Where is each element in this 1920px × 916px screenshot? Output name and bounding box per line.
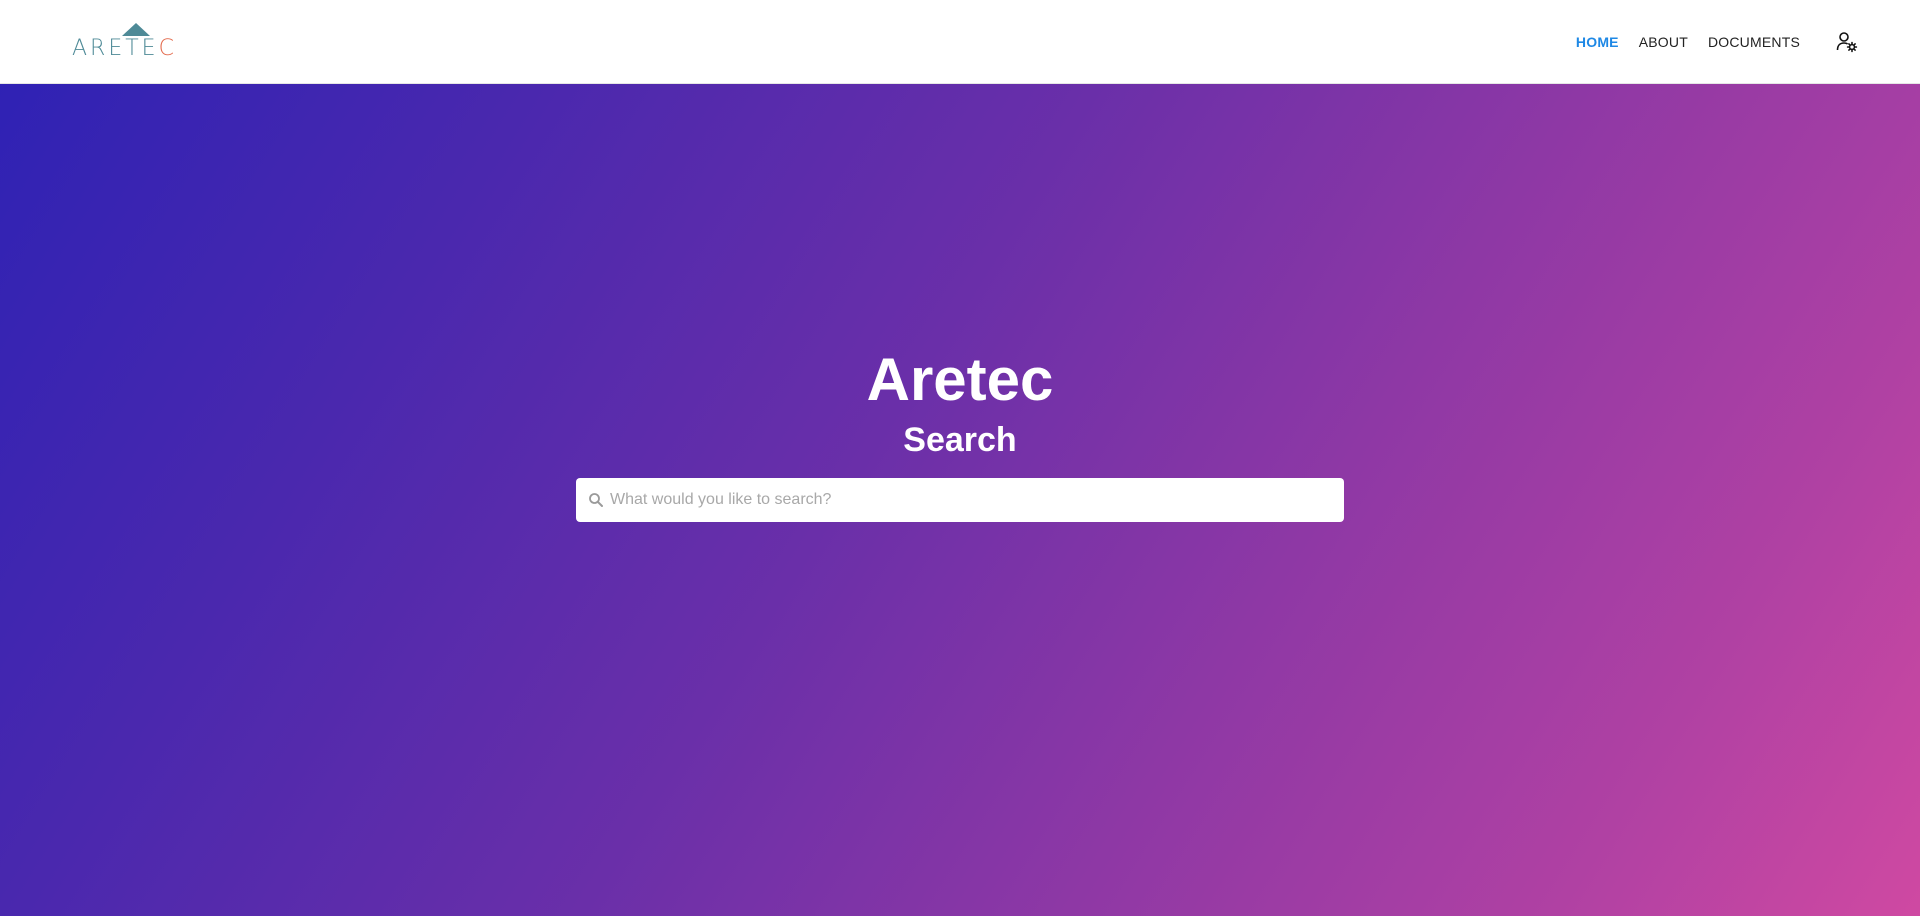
aretec-logo[interactable]: ARETEC bbox=[72, 23, 198, 63]
hero-title: Aretec bbox=[866, 346, 1054, 413]
nav-documents-link[interactable]: DOCUMENTS bbox=[1708, 34, 1800, 50]
nav-about-link[interactable]: ABOUT bbox=[1639, 34, 1688, 50]
logo-text-accent: C bbox=[158, 36, 177, 61]
top-navbar: ARETEC HOME ABOUT DOCUMENTS bbox=[0, 0, 1920, 84]
logo-peak-icon bbox=[122, 23, 150, 36]
page: ARETEC HOME ABOUT DOCUMENTS Aretec Searc… bbox=[0, 0, 1920, 916]
main-nav: HOME ABOUT DOCUMENTS bbox=[1556, 0, 1920, 84]
logo-text: ARETEC bbox=[72, 37, 177, 61]
nav-home-link[interactable]: HOME bbox=[1576, 34, 1619, 50]
user-settings-icon[interactable] bbox=[1836, 31, 1858, 53]
logo-text-main: ARETE bbox=[72, 36, 159, 61]
hero-subtitle: Search bbox=[903, 421, 1017, 459]
search-input[interactable] bbox=[610, 480, 1344, 520]
hero-section: Aretec Search bbox=[0, 84, 1920, 916]
search-box[interactable] bbox=[576, 478, 1344, 522]
search-icon bbox=[588, 492, 604, 508]
